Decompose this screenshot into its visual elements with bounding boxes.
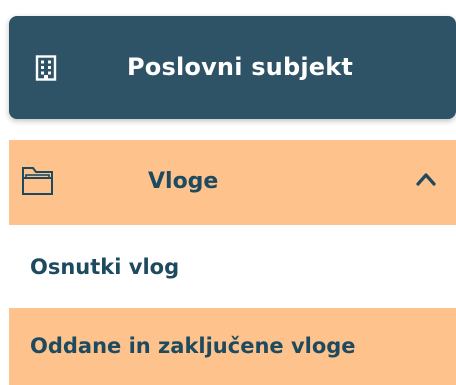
submenu-item-label: Osnutki vlog: [30, 255, 180, 279]
header-title: Poslovni subjekt: [127, 53, 354, 81]
submenu-item-drafts[interactable]: Osnutki vlog: [9, 229, 456, 308]
menu-item-vloge[interactable]: Vloge: [9, 140, 456, 225]
chevron-up-icon[interactable]: [416, 171, 436, 186]
sidebar-menu: Poslovni subjekt Vloge Osnutki vlog Odda…: [0, 0, 456, 385]
folder-icon: [21, 164, 55, 196]
building-icon: [35, 55, 57, 81]
business-entity-header[interactable]: Poslovni subjekt: [9, 16, 456, 119]
submenu-item-label: Oddane in zaključene vloge: [30, 334, 356, 358]
menu-item-label: Vloge: [148, 169, 219, 194]
submenu-item-submitted[interactable]: Oddane in zaključene vloge: [9, 308, 456, 385]
